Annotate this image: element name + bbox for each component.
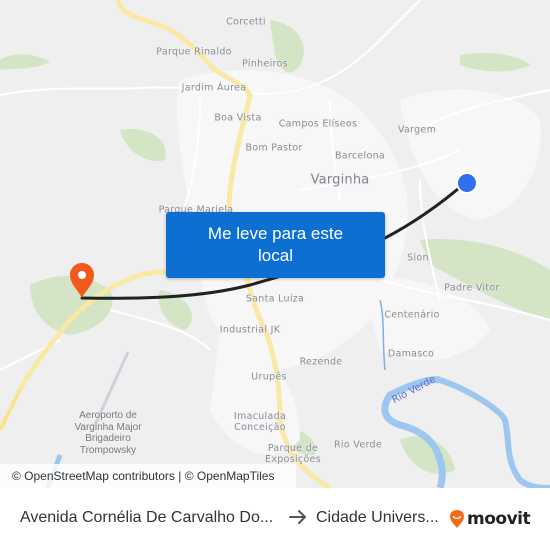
city-label: Varginha [310, 172, 370, 188]
moovit-pin-icon [450, 510, 464, 528]
place-label: Sion [407, 252, 429, 264]
place-label: Imaculada Conceição [233, 411, 287, 433]
place-label: Boa Vista [214, 112, 262, 124]
place-label: Barcelona [334, 150, 386, 162]
place-label: Rio Verde [334, 439, 382, 451]
place-label: Jardim Áurea [181, 82, 247, 94]
place-label: Vargem [397, 124, 437, 136]
origin-stop-name: Avenida Cornélia De Carvalho Do... [20, 509, 274, 526]
place-label: Pinheiros [242, 58, 288, 70]
destination-stop-name: Cidade Univers... [316, 509, 439, 526]
route-footer: Avenida Cornélia De Carvalho Do... Cidad… [0, 488, 550, 550]
place-label: Damasco [387, 348, 435, 360]
place-label: Parque de Exposições [265, 443, 321, 465]
location-pin-icon[interactable] [68, 262, 96, 300]
arrow-right-icon [289, 510, 306, 524]
take-me-there-button[interactable]: Me leve para este local [166, 212, 385, 278]
moovit-logo[interactable]: moovit [449, 508, 531, 530]
place-label: Bom Pastor [245, 142, 303, 154]
place-label: Centenário [384, 309, 440, 321]
place-label: Rezende [299, 356, 343, 368]
map-view[interactable]: Corcetti Parque Rinaldo Pinheiros Jardim… [0, 0, 550, 488]
place-label: Padre Vitor [444, 282, 500, 294]
moovit-wordmark: moovit [467, 509, 531, 529]
place-label: Campos Elíseos [278, 118, 358, 130]
airport-label: Aeroporto de Varginha Major Brigadeiro T… [74, 410, 142, 456]
place-label: Santa Luíza [245, 293, 305, 305]
place-label: Parque Rinaldo [156, 46, 232, 58]
place-label: Urupês [251, 371, 287, 383]
place-label: Corcetti [226, 16, 266, 28]
place-label: Industrial JK [219, 324, 281, 336]
destination-dot-icon[interactable] [454, 170, 480, 196]
map-attribution[interactable]: © OpenStreetMap contributors | © OpenMap… [0, 464, 296, 488]
